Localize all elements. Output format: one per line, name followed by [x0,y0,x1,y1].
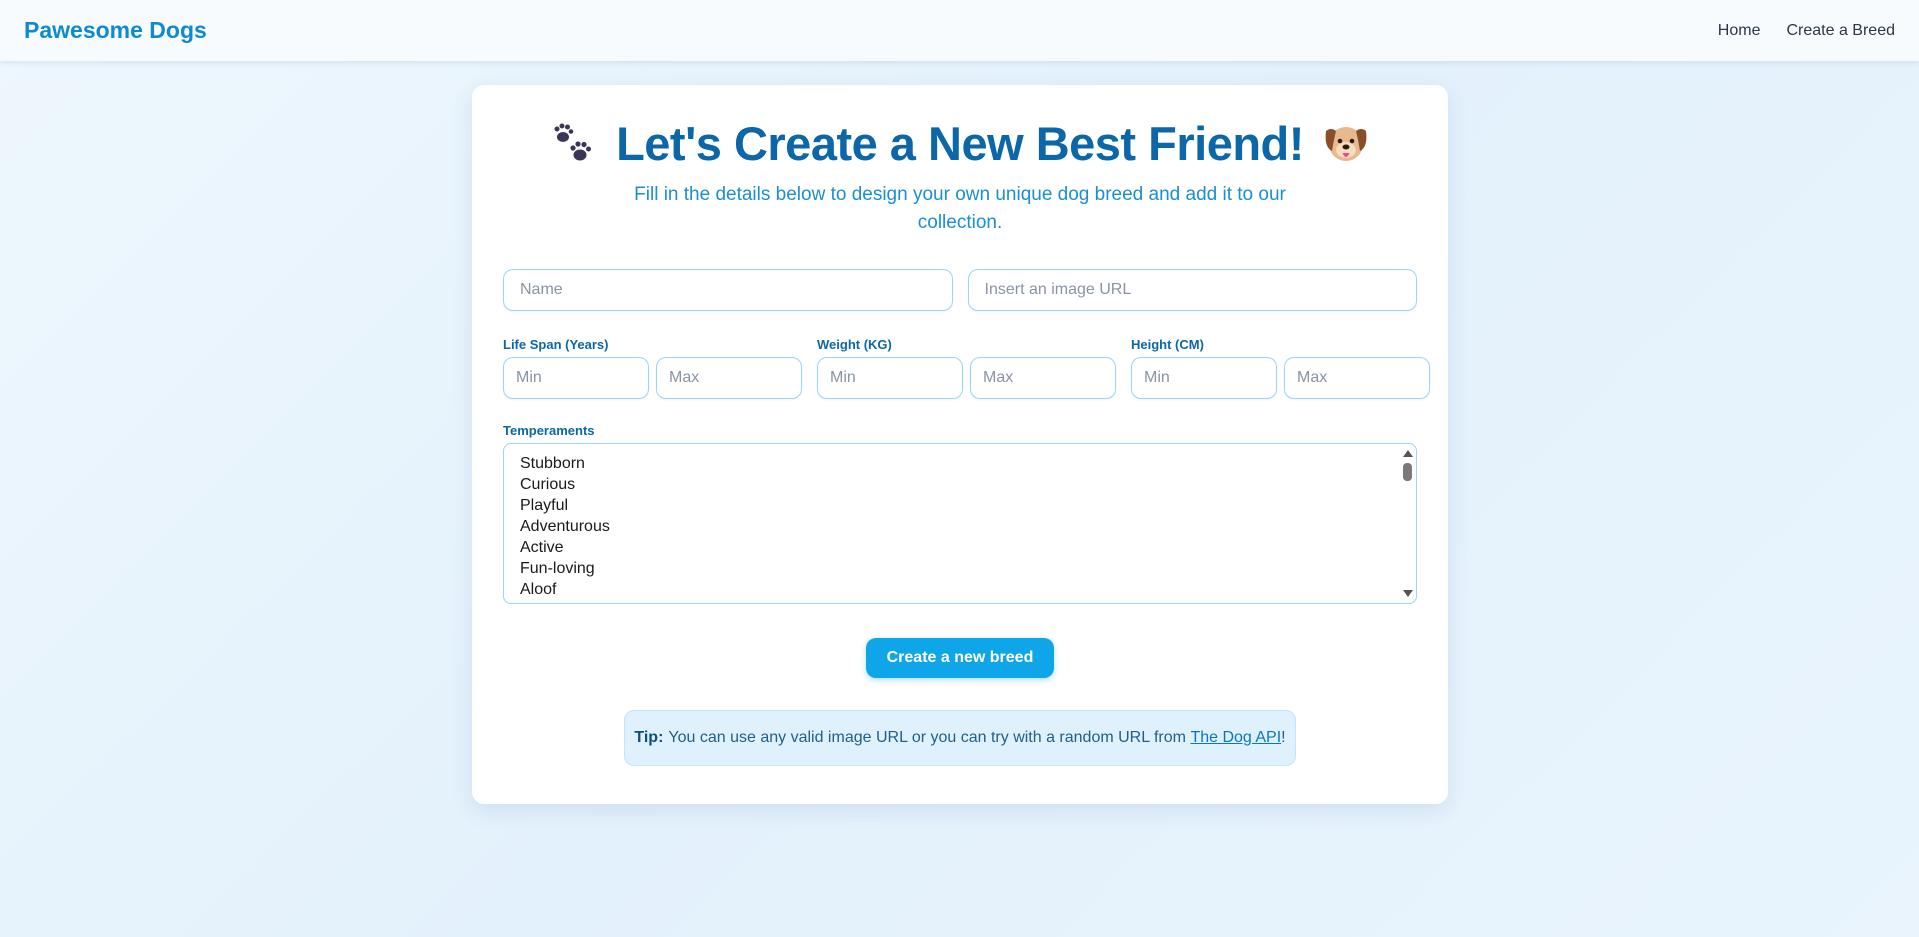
scroll-thumb[interactable] [1403,463,1412,481]
height-group: Height (CM) [1131,335,1430,399]
weight-label: Weight (KG) [817,337,892,352]
height-inputs [1131,357,1430,399]
brand-logo-link[interactable]: Pawesome Dogs [24,17,207,44]
page-subtitle: Fill in the details below to design your… [634,184,1286,233]
submit-row: Create a new breed [503,638,1417,678]
weight-min-input[interactable] [817,357,963,399]
temperaments-listbox[interactable]: Stubborn Curious Playful Adventurous Act… [503,443,1417,604]
temperament-option[interactable]: Aloof [520,579,1400,600]
basic-info-row [503,269,1417,311]
scroll-up-arrow-icon[interactable] [1403,450,1413,457]
nav-links: Home Create a Breed [1718,22,1895,40]
paw-prints-icon [548,117,600,169]
temperament-option[interactable]: Fun-loving [520,558,1400,579]
name-input[interactable] [503,269,953,311]
nav-link-create-breed[interactable]: Create a Breed [1786,22,1895,40]
tip-box: Tip: You can use any valid image URL or … [624,710,1296,766]
height-label: Height (CM) [1131,337,1204,352]
create-breed-card: Let's Create a New Best Friend! Fill in … [472,85,1448,804]
weight-max-input[interactable] [970,357,1116,399]
listbox-scrollbar[interactable] [1402,448,1413,599]
dog-api-link[interactable]: The Dog API [1190,729,1281,747]
measurements-row: Life Span (Years) Weight (KG) Height (CM… [503,335,1430,399]
life-span-min-input[interactable] [503,357,649,399]
tip-label: Tip: [634,729,664,746]
temperament-option[interactable]: Active [520,537,1400,558]
scroll-down-arrow-icon[interactable] [1403,590,1413,597]
weight-inputs [817,357,1116,399]
weight-group: Weight (KG) [817,335,1116,399]
life-span-inputs [503,357,802,399]
title-row: Let's Create a New Best Friend! [503,113,1417,173]
life-span-group: Life Span (Years) [503,335,802,399]
temperament-option[interactable]: Playful [520,495,1400,516]
top-navbar: Pawesome Dogs Home Create a Breed [0,0,1919,61]
height-min-input[interactable] [1131,357,1277,399]
image-url-input[interactable] [967,269,1417,311]
create-breed-button[interactable]: Create a new breed [866,638,1054,678]
temperaments-label: Temperaments [503,423,595,438]
life-span-max-input[interactable] [656,357,802,399]
temperament-option[interactable]: Curious [520,474,1400,495]
dog-face-icon [1320,117,1372,169]
tip-text: You can use any valid image URL or you c… [668,729,1186,746]
height-max-input[interactable] [1284,357,1430,399]
life-span-label: Life Span (Years) [503,337,609,352]
temperament-option[interactable]: Adventurous [520,516,1400,537]
nav-link-home[interactable]: Home [1718,22,1761,40]
temperament-option[interactable]: Stubborn [520,453,1400,474]
tip-suffix: ! [1281,729,1286,746]
page-title: Let's Create a New Best Friend! [616,116,1304,170]
